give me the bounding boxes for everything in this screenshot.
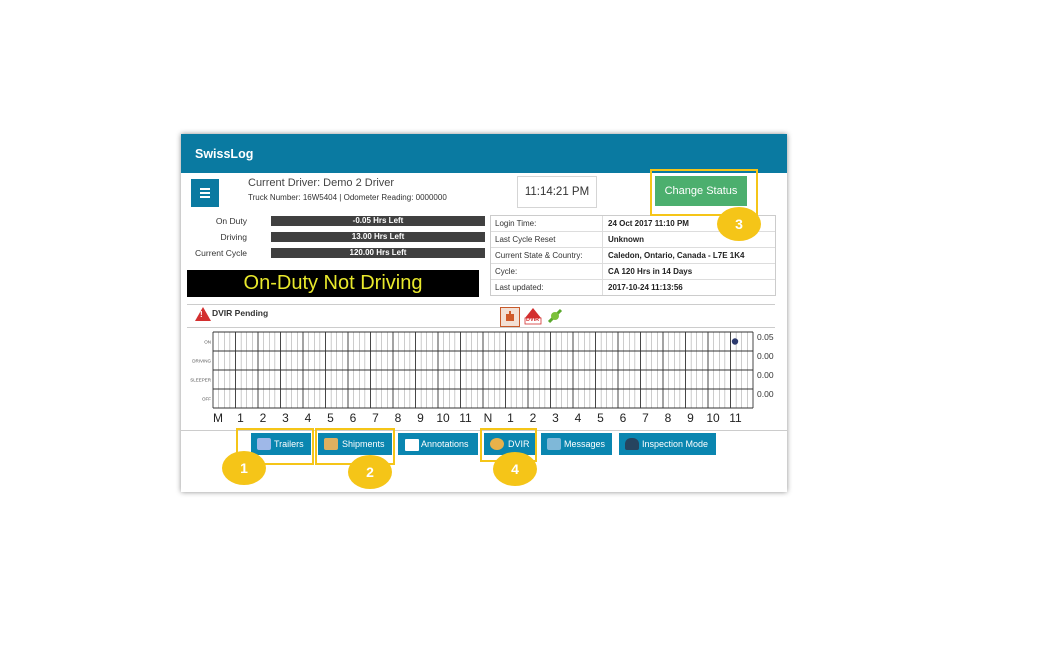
row-label-driving: DRIVING [192, 359, 211, 364]
menu-icon-bar [200, 196, 210, 198]
callout-1: 1 [222, 451, 266, 485]
warning-icon [195, 307, 211, 321]
duty-status-graph: ON 0.05DRIVING 0.00SLEEPER 0.00OFF 0.00M 1 2 3 4… [190, 331, 774, 425]
hour-label: 2 [530, 411, 537, 425]
hour-label: 4 [575, 411, 582, 425]
hand-icon[interactable] [500, 307, 520, 327]
dvir-pending-label: DVIR Pending [212, 308, 269, 318]
current-cycle-label: Current Cycle [195, 248, 247, 258]
warning-exclamation: ! [200, 310, 203, 319]
info-key: Login Time: [495, 219, 537, 228]
hour-label: 7 [372, 411, 379, 425]
hour-label: 1 [507, 411, 514, 425]
row-total: 0.05 [757, 332, 774, 342]
info-value: 24 Oct 2017 11:10 PM [608, 219, 689, 228]
annotations-button[interactable]: Annotations [398, 433, 478, 455]
callout-4: 4 [493, 452, 537, 486]
driving-label: Driving [220, 232, 247, 242]
info-row: Current State & Country: Caledon, Ontari… [491, 248, 775, 264]
annotations-label: Annotations [421, 439, 469, 449]
hour-label: 5 [597, 411, 604, 425]
driving-bar: 13.00 Hrs Left [271, 232, 485, 242]
truck-odometer: Truck Number: 16W5404 | Odometer Reading… [248, 193, 447, 202]
hour-label: 9 [417, 411, 424, 425]
info-row: Cycle: CA 120 Hrs in 14 Days [491, 264, 775, 280]
hour-label: 10 [436, 411, 450, 425]
inspection-mode-button[interactable]: Inspection Mode [619, 433, 716, 455]
row-total: 0.00 [757, 370, 774, 380]
hamburger-menu-button[interactable] [191, 179, 219, 207]
callout-3: 3 [717, 207, 761, 241]
hour-label: 11 [729, 411, 742, 425]
hour-label: N [484, 411, 493, 425]
hour-label: 10 [706, 411, 720, 425]
info-row: Last updated: 2017-10-24 11:13:56 [491, 280, 775, 295]
connection-icon[interactable] [546, 307, 564, 325]
row-label-sleeper: SLEEPER [190, 378, 212, 383]
divider [187, 304, 775, 305]
info-key: Last updated: [495, 283, 544, 292]
callout-2: 2 [348, 455, 392, 489]
on-duty-label: On Duty [215, 216, 247, 226]
hour-label: 7 [642, 411, 649, 425]
hour-label: 2 [260, 411, 267, 425]
row-label-off: OFF [202, 397, 211, 402]
hour-label: 4 [305, 411, 312, 425]
messages-icon [547, 438, 561, 450]
current-cycle-bar: 120.00 Hrs Left [271, 248, 485, 258]
title-bar: SwissLog [181, 134, 787, 173]
info-value: 2017-10-24 11:13:56 [608, 283, 683, 292]
app-title: SwissLog [195, 147, 254, 161]
row-total: 0.00 [757, 389, 774, 399]
hour-label: 6 [620, 411, 627, 425]
info-key: Current State & Country: [495, 251, 583, 260]
inspector-icon [625, 438, 639, 450]
info-value: CA 120 Hrs in 14 Days [608, 267, 693, 276]
info-value: Unknown [608, 235, 644, 244]
info-value: Caledon, Ontario, Canada - L7E 1K4 [608, 251, 745, 260]
info-key: Last Cycle Reset [495, 235, 556, 244]
hour-label: 8 [395, 411, 402, 425]
hour-label: 9 [687, 411, 694, 425]
on-duty-bar: -0.05 Hrs Left [271, 216, 485, 226]
hour-label: 8 [665, 411, 672, 425]
messages-label: Messages [564, 439, 606, 449]
current-driver: Current Driver: Demo 2 Driver [248, 177, 395, 189]
menu-icon [200, 188, 210, 190]
current-duty-status: On-Duty Not Driving [187, 270, 479, 297]
hour-label: 1 [237, 411, 244, 425]
current-status-point [731, 338, 739, 345]
info-key: Cycle: [495, 267, 518, 276]
inspection-mode-label: Inspection Mode [642, 439, 709, 449]
annotation-icon [404, 438, 420, 452]
row-label-on: ON [204, 340, 211, 345]
hour-label: 11 [459, 411, 472, 425]
hour-label: 3 [552, 411, 559, 425]
hour-label: 6 [350, 411, 357, 425]
dvir-badge-text: DVIR [526, 317, 540, 323]
hour-label: 3 [282, 411, 289, 425]
menu-icon-bar [200, 192, 210, 194]
clock: 11:14:21 PM [517, 176, 597, 208]
row-total: 0.00 [757, 351, 774, 361]
hour-label: M [213, 411, 223, 425]
dvir-badge-icon[interactable]: DVIR [524, 307, 542, 325]
plug-icon [547, 308, 563, 324]
messages-button[interactable]: Messages [541, 433, 612, 455]
hand-icon-shape [506, 311, 514, 321]
hour-label: 5 [327, 411, 334, 425]
